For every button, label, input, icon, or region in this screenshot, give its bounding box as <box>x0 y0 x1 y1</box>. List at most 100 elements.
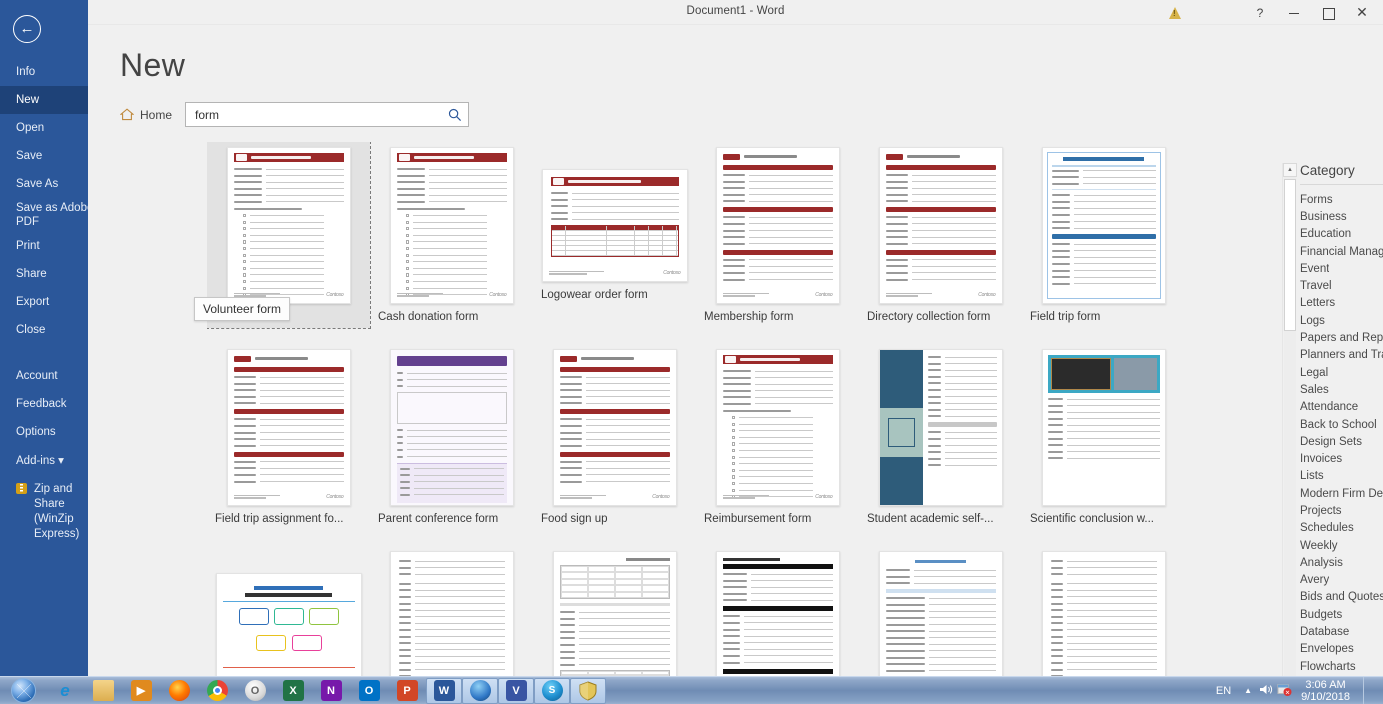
restore-button[interactable] <box>1311 0 1345 25</box>
category-row[interactable]: Modern Firm Design Set3 <box>1300 485 1383 502</box>
category-row[interactable]: Papers and Reports5 <box>1300 329 1383 346</box>
category-row[interactable]: Sales4 <box>1300 381 1383 398</box>
category-row[interactable]: Financial Management9 <box>1300 243 1383 260</box>
template-thumbnail[interactable]: Contoso <box>878 147 1003 304</box>
template-tile[interactable]: Contoso Reimbursement form <box>696 344 859 530</box>
taskbar-clock[interactable]: 3:06 AM 9/10/2018 <box>1295 679 1356 703</box>
category-row[interactable]: Analysis2 <box>1300 554 1383 571</box>
sync-icon[interactable]: S <box>534 677 570 704</box>
category-row[interactable]: Invoices3 <box>1300 450 1383 467</box>
close-button[interactable]: ✕ <box>1345 0 1379 25</box>
category-row[interactable]: Flowcharts2 <box>1300 658 1383 675</box>
chrome-icon[interactable] <box>198 677 236 704</box>
speaker-icon[interactable] <box>1259 683 1274 699</box>
category-row[interactable]: Budgets2 <box>1300 606 1383 623</box>
template-thumbnail[interactable]: Contoso <box>541 169 688 282</box>
home-link[interactable]: Home <box>120 108 172 122</box>
sidebar-item-info[interactable]: Info <box>0 58 88 86</box>
template-thumbnail[interactable]: Contoso <box>715 349 840 506</box>
template-tile[interactable] <box>533 546 696 680</box>
category-row[interactable]: Legal4 <box>1300 364 1383 381</box>
template-tile[interactable]: Contoso Membership form <box>696 142 859 328</box>
back-button[interactable]: ← <box>13 15 41 43</box>
template-tile[interactable]: Student academic self-... <box>859 344 1022 530</box>
template-tile[interactable] <box>207 546 370 680</box>
internet-explorer-icon[interactable]: e <box>46 677 84 704</box>
template-thumbnail[interactable]: Contoso <box>715 147 840 304</box>
warning-triangle-icon[interactable] <box>1155 0 1195 25</box>
category-row[interactable]: Envelopes2 <box>1300 641 1383 658</box>
category-row[interactable]: Projects3 <box>1300 502 1383 519</box>
sidebar-item-options[interactable]: Options <box>0 418 88 446</box>
category-row[interactable]: Event7 <box>1300 260 1383 277</box>
template-tile[interactable] <box>859 546 1022 680</box>
template-tile[interactable]: Scientific conclusion w... <box>1022 344 1185 530</box>
minimize-button[interactable] <box>1277 0 1311 25</box>
template-tile[interactable] <box>696 546 859 680</box>
category-row[interactable]: Forms46 <box>1300 191 1383 208</box>
thunderbird-icon[interactable] <box>462 677 498 704</box>
category-row[interactable]: Schedules3 <box>1300 520 1383 537</box>
sidebar-item-close[interactable]: Close <box>0 316 88 344</box>
template-tile[interactable]: Contoso Logowear order form <box>533 142 696 328</box>
tray-expand-icon[interactable]: ▲ <box>1240 686 1256 695</box>
sidebar-item-zip-and-share[interactable]: Zip and Share (WinZip Express) <box>0 482 88 542</box>
template-tile[interactable] <box>370 546 533 680</box>
search-icon[interactable] <box>446 106 464 124</box>
template-thumbnail[interactable] <box>715 551 840 680</box>
powerpoint-icon[interactable]: P <box>388 677 426 704</box>
sidebar-item-share[interactable]: Share <box>0 260 88 288</box>
firefox-icon[interactable] <box>160 677 198 704</box>
file-explorer-icon[interactable] <box>84 677 122 704</box>
template-tile[interactable]: Parent conference form <box>370 344 533 530</box>
sidebar-item-save-as-adobe-pdf[interactable]: Save as Adobe PDF <box>0 198 93 232</box>
sidebar-item-account[interactable]: Account <box>0 362 88 390</box>
flag-alert-icon[interactable]: ✕ <box>1277 683 1292 699</box>
media-player-icon[interactable]: ▶ <box>122 677 160 704</box>
template-thumbnail[interactable] <box>878 349 1003 506</box>
scroll-up-arrow[interactable]: ▲ <box>1283 163 1297 177</box>
opera-icon[interactable]: O <box>236 677 274 704</box>
excel-icon[interactable]: X <box>274 677 312 704</box>
sidebar-item-export[interactable]: Export <box>0 288 88 316</box>
sidebar-item-save-as[interactable]: Save As <box>0 170 88 198</box>
template-grid-scrollbar[interactable]: ▲ ▼ <box>1282 163 1297 701</box>
template-tile[interactable] <box>1022 546 1185 680</box>
sidebar-item-add-ins[interactable]: Add-ins ▾ <box>0 446 88 474</box>
language-indicator[interactable]: EN <box>1210 685 1237 697</box>
category-row[interactable]: Database2 <box>1300 623 1383 640</box>
category-row[interactable]: Education27 <box>1300 226 1383 243</box>
category-row[interactable]: Back to School3 <box>1300 416 1383 433</box>
category-row[interactable]: Avery2 <box>1300 572 1383 589</box>
template-tile[interactable]: Contoso Directory collection form <box>859 142 1022 328</box>
category-row[interactable]: Lists3 <box>1300 468 1383 485</box>
word-icon[interactable]: W <box>426 677 462 704</box>
category-row[interactable]: Design Sets3 <box>1300 433 1383 450</box>
scroll-thumb[interactable] <box>1284 179 1296 331</box>
help-button[interactable]: ? <box>1243 0 1277 25</box>
start-orb-icon[interactable] <box>0 677 46 704</box>
template-thumbnail[interactable] <box>389 349 514 506</box>
template-thumbnail[interactable] <box>1041 551 1166 680</box>
search-input[interactable] <box>195 107 447 122</box>
template-thumbnail[interactable] <box>1041 147 1166 304</box>
category-row[interactable]: Weekly3 <box>1300 537 1383 554</box>
category-row[interactable]: Business28 <box>1300 208 1383 225</box>
category-row[interactable]: Bids and Quotes2 <box>1300 589 1383 606</box>
category-row[interactable]: Letters5 <box>1300 295 1383 312</box>
sidebar-item-save[interactable]: Save <box>0 142 88 170</box>
template-thumbnail[interactable]: Contoso <box>389 147 514 304</box>
sidebar-item-open[interactable]: Open <box>0 114 88 142</box>
template-thumbnail[interactable]: Contoso <box>552 349 677 506</box>
category-row[interactable]: Attendance3 <box>1300 399 1383 416</box>
template-thumbnail[interactable] <box>878 551 1003 680</box>
template-thumbnail[interactable] <box>552 551 677 680</box>
template-tile[interactable]: Contoso Food sign up <box>533 344 696 530</box>
sidebar-item-new[interactable]: New <box>0 86 88 114</box>
show-desktop-button[interactable] <box>1363 676 1373 704</box>
category-row[interactable]: Logs5 <box>1300 312 1383 329</box>
sidebar-item-feedback[interactable]: Feedback <box>0 390 88 418</box>
template-tile[interactable]: Contoso Field trip assignment fo... <box>207 344 370 530</box>
template-thumbnail[interactable] <box>215 573 362 680</box>
onenote-icon[interactable]: N <box>312 677 350 704</box>
